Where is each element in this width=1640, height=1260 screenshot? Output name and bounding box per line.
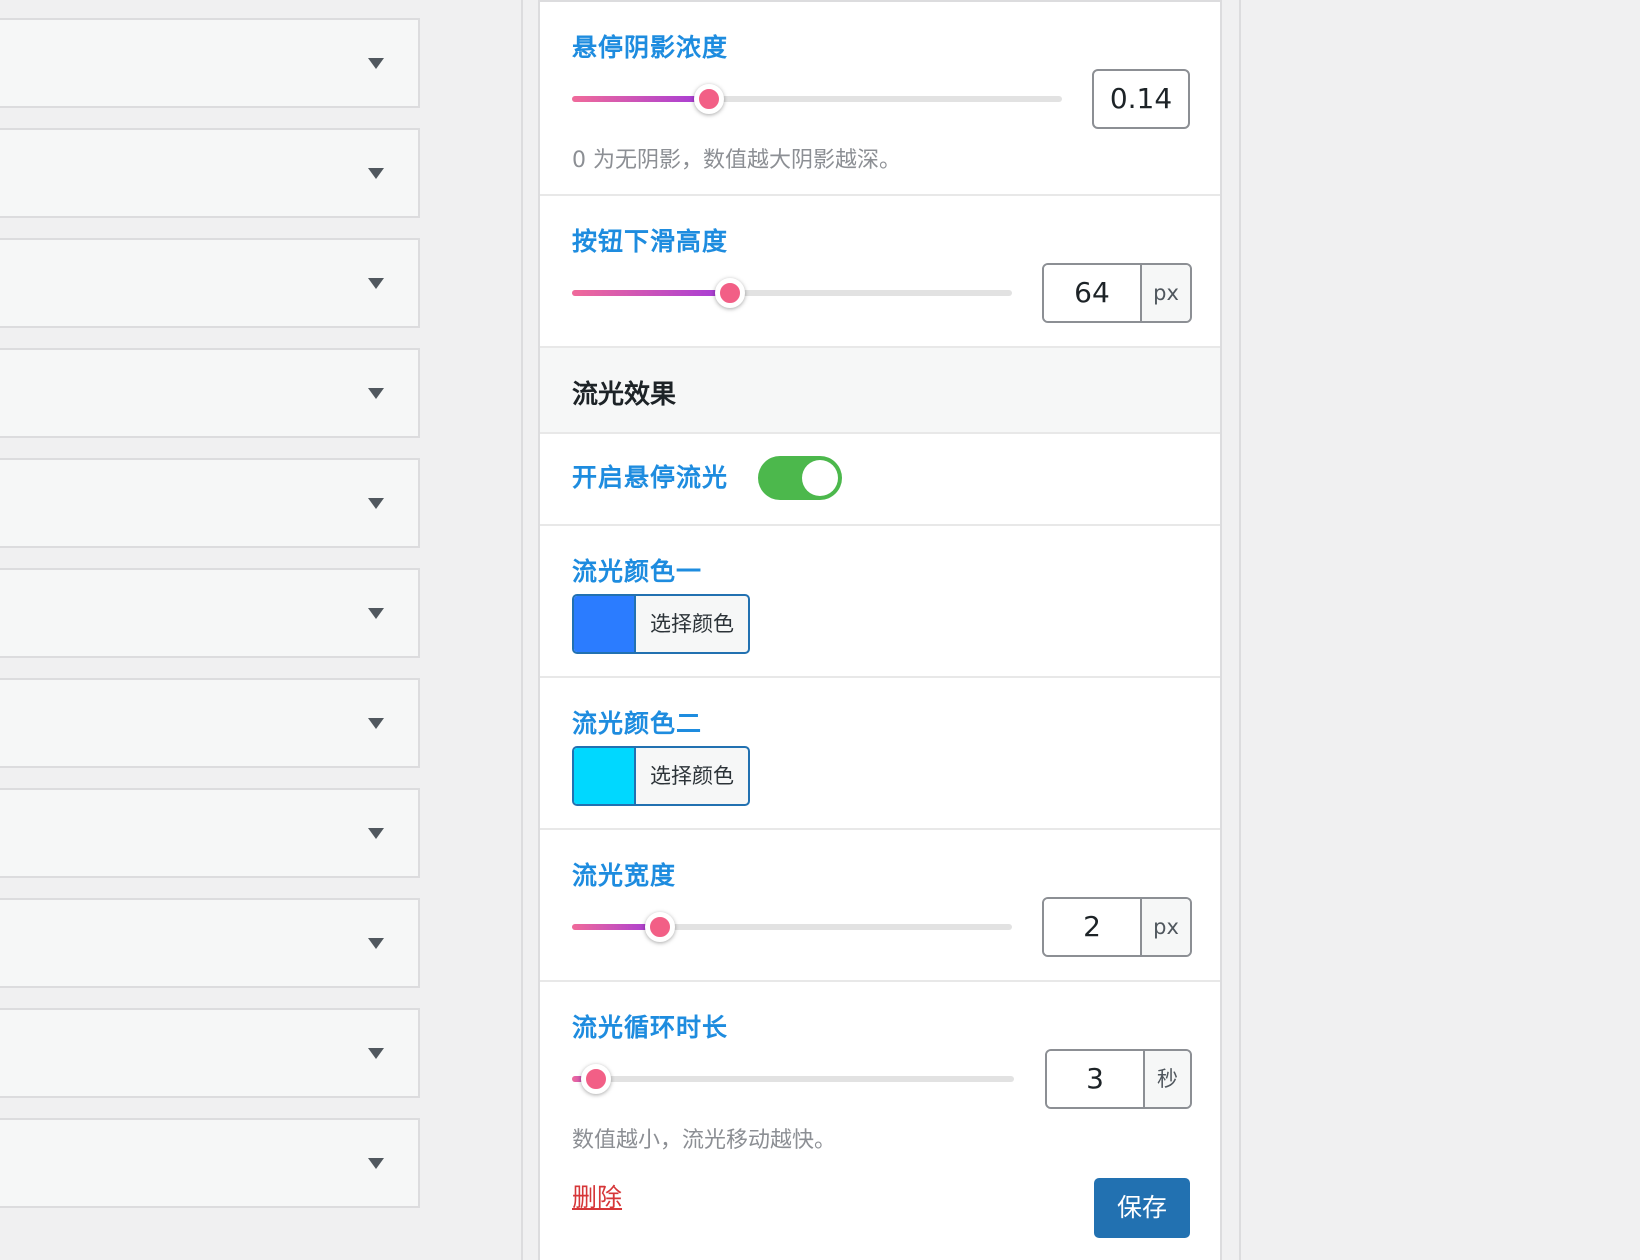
- chevron-down-icon[interactable]: [368, 58, 384, 69]
- chevron-down-icon[interactable]: [368, 168, 384, 179]
- shine-width-input[interactable]: 2: [1044, 899, 1140, 955]
- color-picker-label: 选择颜色: [650, 612, 734, 636]
- slider-track: [572, 1076, 1014, 1082]
- setting-label: 悬停阴影浓度: [572, 33, 729, 62]
- collapsed-widget[interactable]: [0, 678, 420, 768]
- collapsed-widget[interactable]: [0, 238, 420, 328]
- shine-width-field: 2 px: [1042, 897, 1192, 957]
- chevron-down-icon[interactable]: [368, 278, 384, 289]
- shadow-depth-slider[interactable]: [572, 82, 1062, 116]
- slider-thumb[interactable]: [694, 84, 725, 114]
- collapsed-widget[interactable]: [0, 458, 420, 548]
- setting-shadow-depth: 悬停阴影浓度 0.14 0 为无阴影，数值越大阴影越深。: [540, 2, 1220, 196]
- unit-label: px: [1140, 265, 1190, 321]
- collapsed-widget[interactable]: [0, 1118, 420, 1208]
- chevron-down-icon[interactable]: [368, 498, 384, 509]
- unit-label: px: [1140, 899, 1190, 955]
- slide-height-field: 64 px: [1042, 263, 1192, 323]
- color-swatch: [574, 596, 636, 652]
- collapsed-widget[interactable]: [0, 898, 420, 988]
- slider-fill: [572, 290, 731, 296]
- setting-color-one: 流光颜色一 选择颜色: [540, 526, 1220, 678]
- unit-label: 秒: [1143, 1051, 1190, 1107]
- hover-shine-toggle[interactable]: [758, 456, 842, 500]
- slide-height-input[interactable]: 64: [1044, 265, 1140, 321]
- setting-shine-duration: 流光循环时长 3 秒 数值越小，流光移动越快。 删除 保存: [540, 982, 1220, 1260]
- color-swatch: [574, 748, 636, 804]
- collapsed-widget[interactable]: [0, 568, 420, 658]
- setting-label: 开启悬停流光: [572, 463, 729, 492]
- collapsed-widget[interactable]: [0, 348, 420, 438]
- color-two-picker-button[interactable]: 选择颜色: [572, 746, 750, 806]
- chevron-down-icon[interactable]: [368, 938, 384, 949]
- chevron-down-icon[interactable]: [368, 828, 384, 839]
- setting-label: 流光循环时长: [572, 1013, 729, 1042]
- slide-height-slider[interactable]: [572, 276, 1012, 310]
- collapsed-widget[interactable]: [0, 788, 420, 878]
- shine-width-slider[interactable]: [572, 910, 1012, 944]
- setting-slide-height: 按钮下滑高度 64 px: [540, 196, 1220, 348]
- setting-label: 流光颜色一: [572, 557, 703, 586]
- slider-thumb[interactable]: [715, 278, 746, 308]
- chevron-down-icon[interactable]: [368, 1158, 384, 1169]
- collapsed-widget[interactable]: [0, 128, 420, 218]
- setting-color-two: 流光颜色二 选择颜色: [540, 678, 1220, 830]
- setting-hover-shine: 开启悬停流光: [540, 434, 1220, 526]
- collapsed-widget[interactable]: [0, 1008, 420, 1098]
- setting-label: 按钮下滑高度: [572, 227, 729, 256]
- setting-label: 流光宽度: [572, 861, 677, 890]
- setting-description: 数值越小，流光移动越快。: [572, 1128, 837, 1153]
- widget-settings-panel: 悬停阴影浓度 0.14 0 为无阴影，数值越大阴影越深。 按钮下滑高度 64 p…: [538, 0, 1222, 1260]
- collapsed-widget[interactable]: [0, 18, 420, 108]
- chevron-down-icon[interactable]: [368, 388, 384, 399]
- section-title: 流光效果: [572, 380, 677, 410]
- slider-thumb[interactable]: [645, 912, 675, 942]
- color-one-picker-button[interactable]: 选择颜色: [572, 594, 750, 654]
- setting-label: 流光颜色二: [572, 709, 703, 738]
- toggle-knob: [802, 460, 838, 496]
- section-header: 流光效果: [540, 348, 1220, 434]
- chevron-down-icon[interactable]: [368, 608, 384, 619]
- shine-duration-field: 3 秒: [1045, 1049, 1192, 1109]
- save-button[interactable]: 保存: [1094, 1178, 1190, 1238]
- color-picker-label: 选择颜色: [650, 764, 734, 788]
- chevron-down-icon[interactable]: [368, 1048, 384, 1059]
- setting-shine-width: 流光宽度 2 px: [540, 830, 1220, 982]
- delete-link[interactable]: 删除: [572, 1178, 622, 1214]
- shadow-depth-input[interactable]: 0.14: [1092, 69, 1190, 129]
- shine-duration-slider[interactable]: [572, 1062, 1014, 1096]
- shine-duration-input[interactable]: 3: [1047, 1051, 1143, 1107]
- setting-description: 0 为无阴影，数值越大阴影越深。: [572, 148, 901, 173]
- chevron-down-icon[interactable]: [368, 718, 384, 729]
- slider-fill: [572, 96, 710, 102]
- slider-thumb[interactable]: [581, 1064, 612, 1094]
